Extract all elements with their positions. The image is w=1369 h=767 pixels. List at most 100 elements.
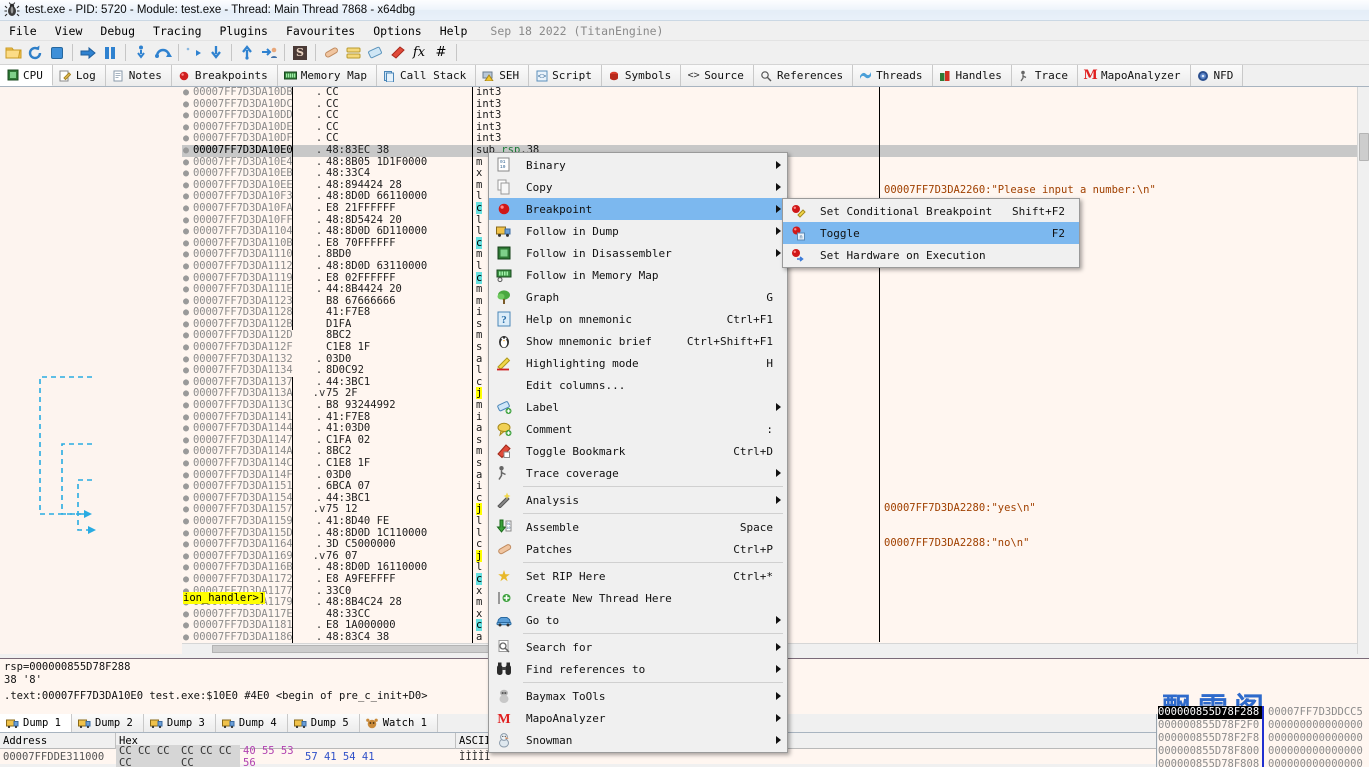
- step-into-icon[interactable]: [130, 42, 152, 64]
- patch-icon[interactable]: [320, 42, 342, 64]
- context-menu-item-baymax-tools[interactable]: Baymax ToOls: [489, 685, 787, 707]
- breakpoint-bullet-icon[interactable]: ●: [182, 458, 190, 470]
- breakpoint-bullet-icon[interactable]: ●: [182, 296, 190, 308]
- stack-row[interactable]: 000000855D78F800 000000000000000: [1158, 745, 1369, 758]
- menu-view[interactable]: View: [46, 22, 92, 40]
- context-menu-item-create-new-thread-here[interactable]: Create New Thread Here: [489, 587, 787, 609]
- calculator-fx-icon[interactable]: fx: [408, 42, 430, 64]
- stack-row[interactable]: 000000855D78F2F0 000000000000000: [1158, 719, 1369, 732]
- breakpoint-bullet-icon[interactable]: ●: [182, 261, 190, 273]
- menu-debug[interactable]: Debug: [91, 22, 144, 40]
- context-menu-item-comment[interactable]: Comment:: [489, 418, 787, 440]
- context-menu-item-set-rip-here[interactable]: Set RIP HereCtrl+*: [489, 565, 787, 587]
- bookmark-icon[interactable]: [386, 42, 408, 64]
- breakpoint-bullet-icon[interactable]: ●: [182, 319, 190, 331]
- breakpoint-bullet-icon[interactable]: ●: [182, 528, 190, 540]
- tab-threads[interactable]: Threads: [853, 65, 932, 86]
- dump-tab-5[interactable]: Dump 5: [288, 714, 360, 732]
- breakpoint-bullet-icon[interactable]: ●: [182, 609, 190, 621]
- dump-header-address[interactable]: Address: [0, 733, 116, 749]
- stack-row[interactable]: 000000855D78F288 00007FF7D3DDCC5: [1158, 706, 1369, 719]
- context-menu-item-assemble[interactable]: 0110AssembleSpace: [489, 516, 787, 538]
- hash-icon[interactable]: #: [430, 42, 452, 64]
- disasm-line[interactable]: ●00007FF7D3DA10DB.CCint3: [182, 87, 1369, 99]
- breakpoint-bullet-icon[interactable]: ●: [182, 551, 190, 563]
- breakpoint-bullet-icon[interactable]: ●: [182, 342, 190, 354]
- disasm-vscroll-thumb[interactable]: [1359, 133, 1369, 161]
- context-menu-item-find-references-to[interactable]: Find references to: [489, 658, 787, 680]
- breakpoint-bullet-icon[interactable]: ●: [182, 574, 190, 586]
- context-menu-item-follow-in-disassembler[interactable]: Follow in Disassembler: [489, 242, 787, 264]
- menu-tracing[interactable]: Tracing: [144, 22, 210, 40]
- context-menu-item-binary[interactable]: 0110Binary: [489, 154, 787, 176]
- breakpoint-bullet-icon[interactable]: ●: [182, 388, 190, 400]
- step-up-icon[interactable]: [236, 42, 258, 64]
- breakpoint-bullet-icon[interactable]: ●: [182, 168, 190, 180]
- breakpoint-bullet-icon[interactable]: ●: [182, 504, 190, 516]
- tab-memory-map[interactable]: Memory Map: [278, 65, 377, 86]
- tab-log[interactable]: Log: [53, 65, 106, 86]
- open-icon[interactable]: [2, 42, 24, 64]
- breakpoint-bullet-icon[interactable]: ●: [182, 110, 190, 122]
- disasm-line[interactable]: ●00007FF7D3DA10DE.CCint3: [182, 122, 1369, 134]
- context-menu-item-analysis[interactable]: Analysis: [489, 489, 787, 511]
- context-menu-item-graph[interactable]: GraphG: [489, 286, 787, 308]
- breakpoint-bullet-icon[interactable]: ●: [182, 412, 190, 424]
- breakpoint-bullet-icon[interactable]: ●: [182, 145, 190, 157]
- breakpoint-bullet-icon[interactable]: ●: [182, 632, 190, 644]
- context-menu-item-search-for[interactable]: Search for: [489, 636, 787, 658]
- tab-cpu[interactable]: CPU: [0, 65, 53, 86]
- breakpoint-bullet-icon[interactable]: ●: [182, 446, 190, 458]
- stack-row[interactable]: 000000855D78F808 000000000000000: [1158, 758, 1369, 767]
- context-menu-item-breakpoint[interactable]: Breakpoint: [489, 198, 787, 220]
- log-icon[interactable]: [342, 42, 364, 64]
- breakpoint-bullet-icon[interactable]: ●: [182, 354, 190, 366]
- breakpoint-submenu-item-set-conditional-breakpoint[interactable]: Set Conditional BreakpointShift+F2: [783, 200, 1079, 222]
- tab-symbols[interactable]: Symbols: [602, 65, 681, 86]
- breakpoint-bullet-icon[interactable]: ●: [182, 203, 190, 215]
- tab-references[interactable]: References: [754, 65, 853, 86]
- dump-tab-1[interactable]: Dump 1: [0, 714, 72, 732]
- breakpoint-bullet-icon[interactable]: ●: [182, 330, 190, 342]
- step-out-icon[interactable]: [183, 42, 205, 64]
- breakpoint-bullet-icon[interactable]: ●: [182, 516, 190, 528]
- stack-panel[interactable]: 000000855D78F288 00007FF7D3DDCC5 0000008…: [1158, 706, 1369, 767]
- run-icon[interactable]: [77, 42, 99, 64]
- dump-stack-splitter[interactable]: [1156, 714, 1157, 767]
- tab-notes[interactable]: Notes: [106, 65, 172, 86]
- disasm-context-menu[interactable]: 0110BinaryCopyBreakpointFollow in DumpFo…: [488, 152, 788, 753]
- menu-favourites[interactable]: Favourites: [277, 22, 364, 40]
- tab-mapoanalyzer[interactable]: M MapoAnalyzer: [1078, 65, 1190, 86]
- breakpoint-bullet-icon[interactable]: ●: [182, 562, 190, 574]
- breakpoint-bullet-icon[interactable]: ●: [182, 191, 190, 203]
- context-menu-item-label[interactable]: Label: [489, 396, 787, 418]
- breakpoint-bullet-icon[interactable]: ●: [182, 273, 190, 285]
- stop-icon[interactable]: [46, 42, 68, 64]
- menu-plugins[interactable]: Plugins: [211, 22, 277, 40]
- breakpoint-bullet-icon[interactable]: ●: [182, 249, 190, 261]
- context-menu-item-snowman[interactable]: Snowman: [489, 729, 787, 751]
- breakpoint-submenu[interactable]: Set Conditional BreakpointShift+F2nToggl…: [782, 198, 1080, 268]
- breakpoint-bullet-icon[interactable]: ●: [182, 307, 190, 319]
- dump-tab-3[interactable]: Dump 3: [144, 714, 216, 732]
- context-menu-item-patches[interactable]: PatchesCtrl+P: [489, 538, 787, 560]
- context-menu-item-edit-columns[interactable]: Edit columns...: [489, 374, 787, 396]
- breakpoint-bullet-icon[interactable]: ●: [182, 493, 190, 505]
- breakpoint-submenu-item-set-hardware-on-execution[interactable]: Set Hardware on Execution: [783, 244, 1079, 266]
- breakpoint-bullet-icon[interactable]: ●: [182, 539, 190, 551]
- tab-breakpoints[interactable]: Breakpoints: [172, 65, 278, 86]
- breakpoint-bullet-icon[interactable]: ●: [182, 87, 190, 99]
- breakpoint-bullet-icon[interactable]: ●: [182, 620, 190, 632]
- context-menu-item-mapoanalyzer[interactable]: MMapoAnalyzer: [489, 707, 787, 729]
- tab-script[interactable]: <> Script: [529, 65, 602, 86]
- breakpoint-bullet-icon[interactable]: ●: [182, 133, 190, 145]
- disasm-vscrollbar[interactable]: [1357, 87, 1369, 654]
- watch-tab-1[interactable]: Watch 1: [360, 714, 438, 732]
- breakpoint-bullet-icon[interactable]: ●: [182, 423, 190, 435]
- breakpoint-bullet-icon[interactable]: ●: [182, 122, 190, 134]
- context-menu-item-go-to[interactable]: Go to: [489, 609, 787, 631]
- restart-icon[interactable]: [24, 42, 46, 64]
- notes-icon[interactable]: [364, 42, 386, 64]
- tab-seh[interactable]: SEH: [476, 65, 529, 86]
- run-to-user-icon[interactable]: [258, 42, 280, 64]
